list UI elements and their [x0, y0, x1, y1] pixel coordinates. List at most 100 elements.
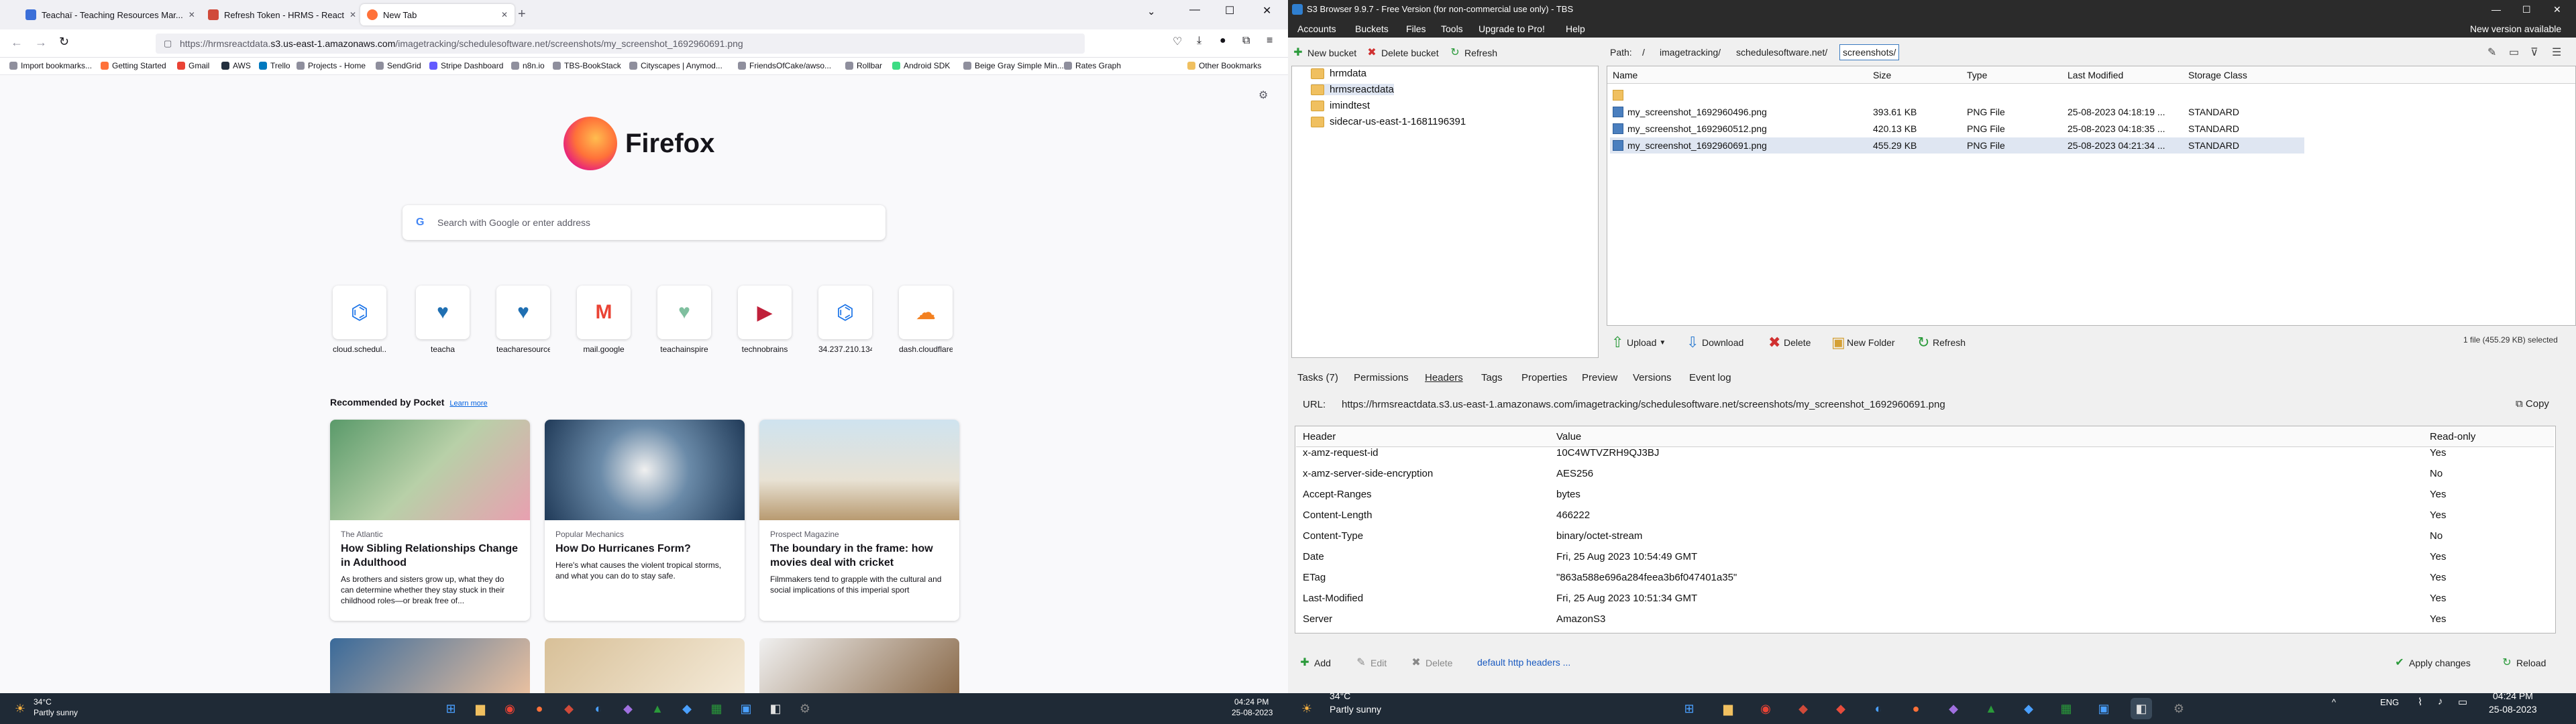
- clock-time[interactable]: 04:24 PM: [1234, 697, 1269, 707]
- firefox-icon[interactable]: ●: [529, 698, 550, 719]
- menu-help[interactable]: Help: [1566, 23, 1585, 34]
- bucket-node[interactable]: hrmdata: [1311, 68, 1366, 79]
- delete-file-button[interactable]: ✖ Delete: [1768, 335, 1811, 350]
- tab-tasks[interactable]: Tasks (7): [1297, 372, 1338, 383]
- copy-url-button[interactable]: ⧉ Copy: [2516, 398, 2549, 410]
- bucket-node[interactable]: sidecar-us-east-1-1681196391: [1311, 116, 1466, 127]
- reload-headers-button[interactable]: ↻ Reload: [2501, 657, 2546, 669]
- tab-tags[interactable]: Tags: [1481, 372, 1503, 383]
- reload-icon[interactable]: ↻: [59, 35, 69, 49]
- path-root[interactable]: /: [1642, 47, 1645, 58]
- bookmark-item[interactable]: SendGrid: [376, 61, 421, 70]
- top-site[interactable]: ♥ teachainspire: [657, 286, 711, 354]
- close-window-icon[interactable]: ✕: [1263, 4, 1271, 17]
- path-segment-current[interactable]: screenshots/: [1839, 44, 1900, 60]
- firefox-icon[interactable]: ●: [1905, 698, 1927, 719]
- tab-event-log[interactable]: Event log: [1689, 372, 1731, 383]
- start-icon[interactable]: ⊞: [440, 698, 462, 719]
- forward-icon[interactable]: →: [35, 36, 47, 50]
- extensions-icon[interactable]: ⧉: [1242, 35, 1250, 47]
- app-icon[interactable]: ▦: [2055, 698, 2077, 719]
- top-site[interactable]: ▶ technobrains: [738, 286, 792, 354]
- delete-bucket-button[interactable]: ✖ Delete bucket: [1366, 47, 1438, 59]
- chrome-icon[interactable]: ◉: [499, 698, 521, 719]
- settings-gear-icon[interactable]: ⚙: [1258, 88, 1268, 102]
- clock-time[interactable]: 04:24 PM: [2493, 690, 2533, 701]
- bucket-node[interactable]: imindtest: [1311, 100, 1370, 111]
- view-icon[interactable]: ▭: [2509, 46, 2519, 59]
- header-row[interactable]: ETag "863a588e696a284feea3b6f047401a35" Ye…: [1296, 567, 2554, 588]
- apply-changes-button[interactable]: ✔ Apply changes: [2394, 657, 2471, 669]
- app-icon[interactable]: ⚙: [2168, 698, 2190, 719]
- top-site[interactable]: ⌬ cloud.schedul...: [333, 286, 386, 354]
- story-card[interactable]: [545, 638, 745, 693]
- app-icon[interactable]: ▣: [735, 698, 757, 719]
- new-folder-button[interactable]: ▣ New Folder: [1831, 335, 1895, 350]
- top-site[interactable]: Mmail.google: [577, 286, 631, 354]
- minimize-icon[interactable]: —: [2491, 0, 2501, 19]
- battery-icon[interactable]: ▭: [2458, 696, 2467, 708]
- bookmark-item[interactable]: Getting Started: [101, 61, 166, 70]
- close-icon[interactable]: ✕: [344, 10, 356, 19]
- tab-teacha[interactable]: Teachaï - Teaching Resources Mar... ✕: [19, 4, 200, 25]
- bookmark-item[interactable]: TBS-BookStack: [553, 61, 621, 70]
- story-card[interactable]: [759, 638, 959, 693]
- app-icon[interactable]: ◆: [558, 698, 580, 719]
- upload-button[interactable]: ⇧ Upload ▼: [1611, 335, 1666, 350]
- download-button[interactable]: ⇩ Download: [1686, 335, 1743, 350]
- col-value[interactable]: Value: [1556, 431, 1581, 442]
- start-icon[interactable]: ⊞: [1678, 698, 1700, 719]
- settings-icon[interactable]: ☰: [2552, 46, 2561, 59]
- add-header-button[interactable]: ✚ Add: [1299, 657, 1331, 669]
- bookmark-item[interactable]: n8n.io: [511, 61, 545, 70]
- volume-icon[interactable]: ♪: [2438, 696, 2443, 707]
- header-row[interactable]: Content-Type binary/octet-stream No: [1296, 526, 2554, 546]
- bookmark-item[interactable]: Android SDK: [892, 61, 950, 70]
- top-site[interactable]: ⌬ 34.237.210.134: [818, 286, 872, 354]
- tab-properties[interactable]: Properties: [1521, 372, 1567, 383]
- filter-icon[interactable]: ⊽: [2530, 46, 2538, 59]
- tab-versions[interactable]: Versions: [1633, 372, 1672, 383]
- bookmark-item[interactable]: Rates Graph: [1064, 61, 1121, 70]
- edge-icon[interactable]: ◐: [1868, 698, 1889, 719]
- col-name[interactable]: Name: [1613, 70, 1638, 80]
- bookmark-item[interactable]: Trello: [259, 61, 290, 70]
- back-icon[interactable]: ←: [11, 36, 23, 50]
- file-row-selected[interactable]: my_screenshot_1692960691.png 455.29 KB P…: [1610, 137, 2304, 154]
- header-row[interactable]: Accept-Ranges bytes Yes: [1296, 484, 2554, 505]
- menu-files[interactable]: Files: [1406, 23, 1426, 34]
- tab-permissions[interactable]: Permissions: [1354, 372, 1409, 383]
- maximize-icon[interactable]: ☐: [1225, 4, 1234, 17]
- s3-browser-taskbar-icon[interactable]: ◧: [2131, 698, 2152, 719]
- tab-headers[interactable]: Headers: [1425, 372, 1463, 383]
- top-site[interactable]: ♥ teacharesources: [496, 286, 550, 354]
- edge-icon[interactable]: ◐: [588, 698, 609, 719]
- story-card[interactable]: [330, 638, 530, 693]
- tab-refresh-token[interactable]: Refresh Token - HRMS - React ✕: [201, 4, 359, 25]
- tray-overflow-icon[interactable]: ^: [2332, 697, 2336, 707]
- bookmark-item[interactable]: FriendsOfCake/awso...: [738, 61, 831, 70]
- object-url[interactable]: https://hrmsreactdata.s3.us-east-1.amazo…: [1342, 399, 1945, 410]
- col-type[interactable]: Type: [1967, 70, 1987, 80]
- app-icon[interactable]: ⚙: [794, 698, 816, 719]
- bookmark-item[interactable]: Other Bookmarks: [1187, 61, 1261, 70]
- header-row[interactable]: Content-Length 466222 Yes: [1296, 505, 2554, 526]
- app-icon[interactable]: ◧: [765, 698, 786, 719]
- close-window-icon[interactable]: ✕: [2553, 0, 2561, 19]
- top-site[interactable]: ☁ dash.cloudflare: [899, 286, 953, 354]
- tab-preview[interactable]: Preview: [1582, 372, 1617, 383]
- story-card[interactable]: The Atlantic How Sibling Relationships C…: [330, 420, 530, 621]
- col-last-modified[interactable]: Last Modified: [2068, 70, 2123, 80]
- app-icon[interactable]: ◆: [617, 698, 639, 719]
- header-row[interactable]: Last-Modified Fri, 25 Aug 2023 10:51:34 G…: [1296, 588, 2554, 609]
- bookmark-item[interactable]: Import bookmarks...: [9, 61, 92, 70]
- header-row[interactable]: Server AmazonS3 Yes: [1296, 609, 2554, 629]
- header-row[interactable]: x-amz-server-side-encryption AES256 No: [1296, 463, 2554, 484]
- edit-header-button[interactable]: ✎ Edit: [1355, 657, 1387, 669]
- col-read-only[interactable]: Read-only: [2430, 431, 2475, 442]
- story-card[interactable]: Popular Mechanics How Do Hurricanes Form…: [545, 420, 745, 621]
- weather-icon[interactable]: ☀: [9, 698, 31, 719]
- app-icon[interactable]: ◆: [676, 698, 698, 719]
- bookmark-item[interactable]: AWS: [221, 61, 251, 70]
- menu-upgrade[interactable]: Upgrade to Pro!: [1479, 23, 1545, 34]
